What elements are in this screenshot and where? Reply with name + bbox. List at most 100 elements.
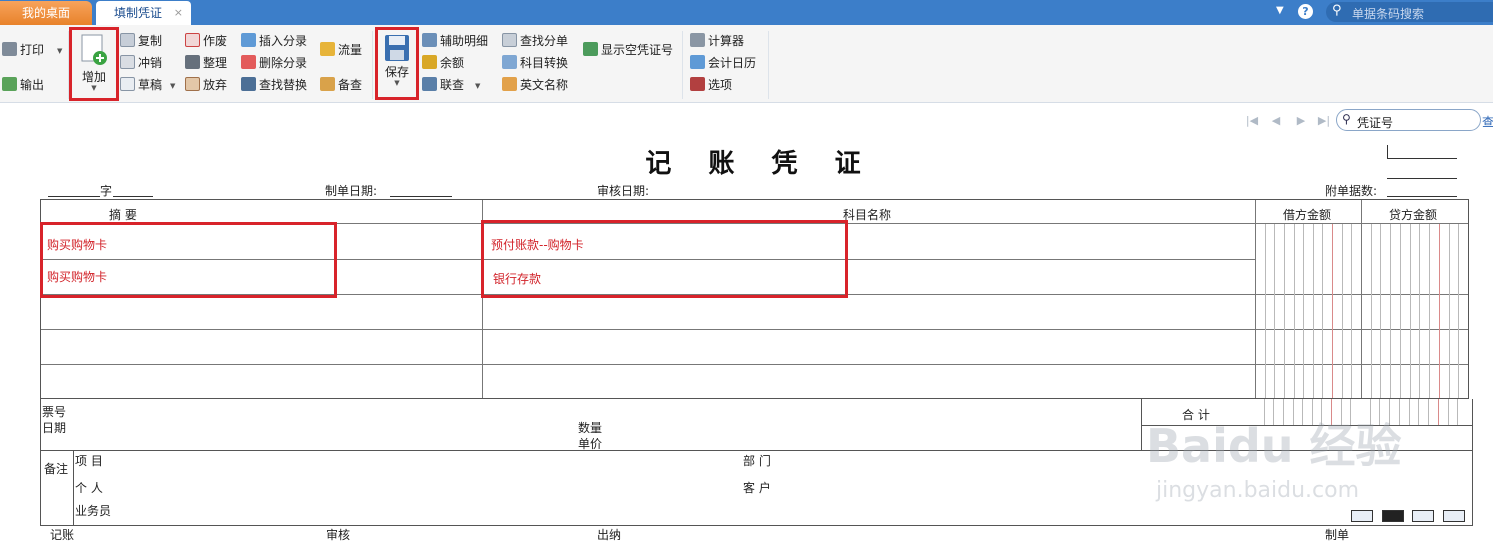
delete-entry-label: 删除分录 <box>259 56 308 70</box>
account-convert-icon <box>502 55 517 69</box>
export-button[interactable]: 输出 <box>2 76 44 94</box>
print-caret-icon[interactable]: ▼ <box>57 47 62 55</box>
draft-icon <box>120 77 135 91</box>
account-convert-button[interactable]: 科目转换 <box>502 54 568 72</box>
show-empty-voucher-no-label: 显示空凭证号 <box>601 43 674 57</box>
ticket-no-label: 票号 <box>42 405 67 419</box>
accounting-calendar-button[interactable]: 会计日历 <box>690 54 756 72</box>
maker-label: 制单 <box>1325 528 1350 542</box>
voucher-no-search[interactable]: ⚲ 凭证号 <box>1336 109 1481 131</box>
quantity-label: 数量 <box>578 421 603 435</box>
english-name-icon <box>502 77 517 91</box>
linked-query-label: 联查 <box>440 78 465 92</box>
barcode-search-input[interactable]: 单据条码搜索 <box>1352 5 1424 22</box>
flow-icon[interactable] <box>1412 510 1434 522</box>
camera-icon[interactable] <box>1382 510 1404 522</box>
print-button[interactable]: 打印 <box>2 41 44 59</box>
insert-entry-button[interactable]: 插入分录 <box>241 32 307 50</box>
barcode-search[interactable]: ⚲ 单据条码搜索 <box>1326 2 1493 22</box>
draft-caret-icon[interactable]: ▼ <box>170 82 175 90</box>
total-digit-line <box>1350 399 1351 425</box>
tab-my-desktop[interactable]: 我的桌面 <box>0 1 92 25</box>
total-digit-line <box>1399 399 1400 425</box>
close-icon[interactable]: × <box>174 1 183 25</box>
linked-query-icon <box>422 77 437 91</box>
total-digit-line <box>1370 399 1371 425</box>
delete-entry-button[interactable]: 删除分录 <box>241 54 307 72</box>
total-label: 合 计 <box>1182 408 1210 422</box>
show-empty-voucher-no-button[interactable]: 显示空凭证号 <box>583 41 673 59</box>
amount-digit-line <box>1449 224 1450 398</box>
project-label: 项 目 <box>75 454 103 468</box>
collapse-up-icon[interactable] <box>1443 510 1465 522</box>
organize-button[interactable]: 整理 <box>185 54 227 72</box>
highlight-box-save <box>375 27 419 100</box>
draft-button[interactable]: 草稿 <box>120 76 162 94</box>
find-entry-button[interactable]: 查找分单 <box>502 32 568 50</box>
total-digit-line <box>1409 399 1410 425</box>
organize-label: 整理 <box>203 56 228 70</box>
amount-digit-line <box>1390 224 1391 398</box>
help-icon[interactable]: ? <box>1298 4 1313 19</box>
dropdown-icon[interactable]: ▼ <box>1276 5 1284 16</box>
cash-flow-label: 流量 <box>338 43 363 57</box>
export-label: 输出 <box>20 78 45 92</box>
salesman-label: 业务员 <box>75 504 112 518</box>
first-record-icon[interactable]: |◀ <box>1244 113 1260 129</box>
amount-digit-line <box>1313 224 1314 398</box>
insert-entry-label: 插入分录 <box>259 34 308 48</box>
organize-icon <box>185 55 200 69</box>
void-button[interactable]: 作废 <box>185 32 227 50</box>
find-entry-icon <box>502 33 517 47</box>
accounting-calendar-label: 会计日历 <box>708 56 757 70</box>
amount-digit-line <box>1284 224 1285 398</box>
amount-digit-line <box>1303 224 1304 398</box>
find-replace-button[interactable]: 查找替换 <box>241 76 307 94</box>
linked-query-caret-icon[interactable]: ▼ <box>475 82 480 90</box>
amount-digit-line <box>1274 224 1275 398</box>
discard-button[interactable]: 放弃 <box>185 76 227 94</box>
attachments-field[interactable] <box>1387 196 1457 197</box>
total-digit-line <box>1457 399 1458 425</box>
voucher-lower-section: 票号 日期 数量 单价 合 计 备注 项 目 部 门 个 人 客 户 业务员 <box>40 399 1473 526</box>
tools-icon <box>690 77 705 91</box>
toolbar: 打印 ▼ 输出 增加 ▼ 复制 冲销 草稿 ▼ 作废 整理 放弃 插入分录 删除… <box>0 25 1493 103</box>
cash-flow-button[interactable]: 流量 <box>320 41 362 59</box>
calendar-icon <box>690 55 705 69</box>
voucher-no-search-input[interactable]: 凭证号 <box>1357 114 1393 131</box>
export-icon <box>2 77 17 91</box>
calculator-button[interactable]: 计算器 <box>690 32 744 50</box>
memo-check-button[interactable]: 备查 <box>320 76 362 94</box>
english-name-button[interactable]: 英文名称 <box>502 76 568 94</box>
find-replace-label: 查找替换 <box>259 78 308 92</box>
voucher-no-underline <box>1387 158 1457 159</box>
tab-fill-voucher[interactable]: 填制凭证 × <box>96 1 191 25</box>
amount-digit-line <box>1439 224 1440 398</box>
prev-record-icon[interactable]: ◀ <box>1268 113 1284 129</box>
balance-button[interactable]: 余额 <box>422 54 464 72</box>
linked-query-button[interactable]: 联查 <box>422 76 464 94</box>
attachments-underline-top <box>1387 178 1457 179</box>
void-icon <box>185 33 200 47</box>
next-record-icon[interactable]: ▶ <box>1293 113 1309 129</box>
aux-detail-button[interactable]: 辅助明细 <box>422 32 488 50</box>
copy-button[interactable]: 复制 <box>120 32 162 50</box>
make-date-field[interactable] <box>390 196 452 197</box>
voucher-no-tick <box>1387 145 1388 158</box>
total-digit-line <box>1302 399 1303 425</box>
amount-digit-line <box>1458 224 1459 398</box>
query-link[interactable]: 查 <box>1482 113 1493 130</box>
audit-date-label: 审核日期: <box>597 184 650 198</box>
total-digit-line <box>1379 399 1380 425</box>
insert-row-icon <box>241 33 256 47</box>
voucher-no-field-underline <box>113 196 153 197</box>
attachment-icon[interactable] <box>1351 510 1373 522</box>
total-digit-line <box>1321 399 1322 425</box>
make-date-label: 制单日期: <box>325 184 378 198</box>
options-button[interactable]: 选项 <box>690 76 732 94</box>
search-icon: ⚲ <box>1332 3 1342 18</box>
last-record-icon[interactable]: ▶| <box>1316 113 1332 129</box>
amount-digit-line <box>1294 224 1295 398</box>
reverse-button[interactable]: 冲销 <box>120 54 162 72</box>
balance-label: 余额 <box>440 56 465 70</box>
